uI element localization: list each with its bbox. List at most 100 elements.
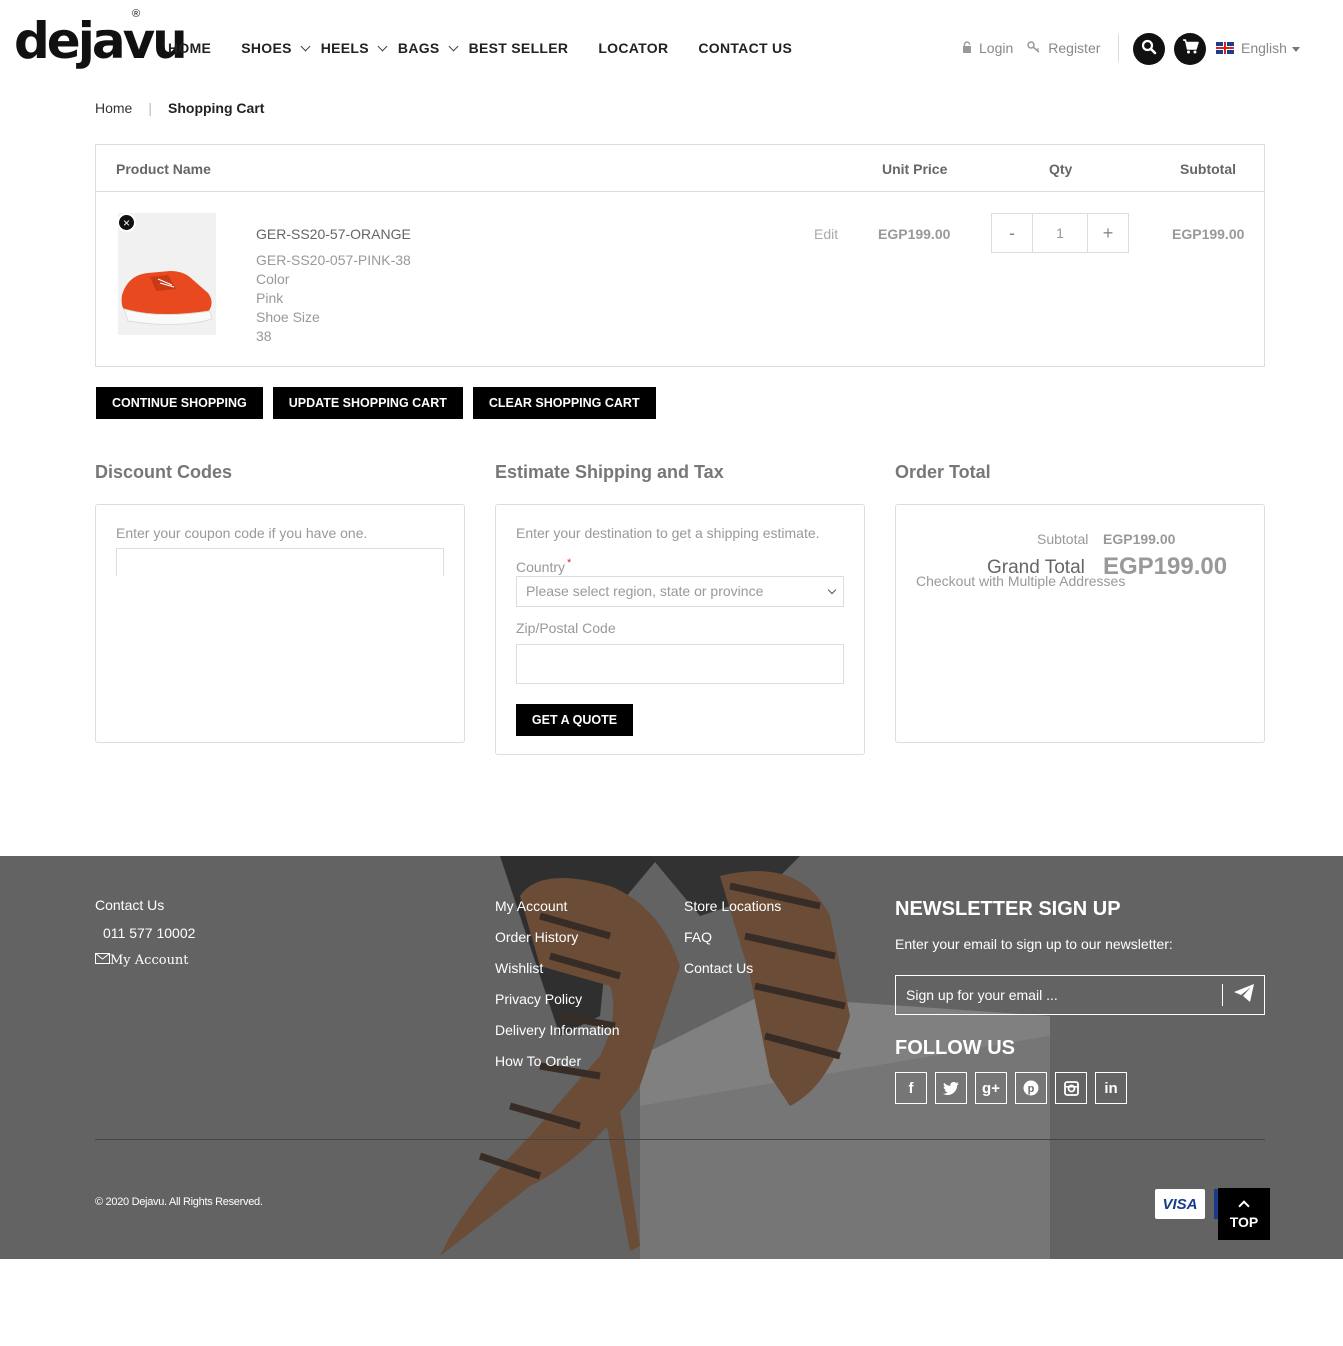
multi-address-checkout-link[interactable]: Checkout with Multiple Addresses	[916, 573, 1125, 589]
chevron-up-icon	[1238, 1200, 1250, 1212]
color-value: Pink	[256, 290, 284, 306]
update-cart-button[interactable]: UPDATE SHOPPING CART	[272, 387, 463, 419]
login-link[interactable]: Login	[962, 40, 1013, 56]
close-icon: ×	[122, 215, 130, 230]
shipping-hint: Enter your destination to get a shipping…	[516, 525, 820, 541]
nav-bags[interactable]: BAGS	[397, 40, 459, 56]
coupon-input[interactable]	[116, 548, 444, 576]
col-qty: Qty	[1049, 161, 1073, 177]
product-name[interactable]: GER-SS20-57-ORANGE	[256, 225, 411, 244]
nav-contact-us[interactable]: CONTACT US	[698, 40, 792, 56]
qty-increase-button[interactable]: +	[1088, 214, 1128, 252]
footer-my-account-link[interactable]: My Account	[95, 953, 195, 968]
google-plus-icon[interactable]: g+	[975, 1072, 1007, 1104]
cart-table: Product Name Unit Price Qty Subtotal × G…	[95, 144, 1265, 367]
footer-link-how-to-order[interactable]: How To Order	[495, 1053, 620, 1084]
caret-down-icon	[1291, 46, 1300, 52]
qty-decrease-button[interactable]: -	[992, 214, 1032, 252]
footer-link-delivery-information[interactable]: Delivery Information	[495, 1022, 620, 1053]
visa-icon: VISA	[1155, 1189, 1205, 1219]
country-label-text: Country	[516, 559, 566, 575]
dejavu-logo[interactable]: dejavu ®	[14, 8, 188, 78]
footer-my-account-label: My Account	[110, 953, 189, 968]
instagram-icon[interactable]	[1055, 1072, 1087, 1104]
envelope-icon	[95, 953, 110, 968]
continue-shopping-button[interactable]: CONTINUE SHOPPING	[96, 387, 263, 419]
footer-link-my-account[interactable]: My Account	[495, 898, 620, 929]
nav-shoes[interactable]: SHOES	[241, 40, 311, 56]
site-footer: Contact Us 011 577 10002 My Account My A…	[0, 856, 1343, 1259]
edit-item-link[interactable]: Edit	[814, 226, 838, 242]
chevron-down-icon	[377, 41, 388, 51]
get-quote-button[interactable]: GET A QUOTE	[516, 704, 633, 736]
product-sku: GER-SS20-057-PINK-38	[256, 252, 411, 268]
registered-mark: ®	[132, 8, 141, 20]
breadcrumb: Home | Shopping Cart	[95, 100, 264, 116]
quantity-stepper: - 1 +	[991, 213, 1129, 253]
newsletter-text: Enter your email to sign up to our newsl…	[895, 936, 1173, 952]
newsletter-email-input[interactable]: Sign up for your email ...	[895, 975, 1265, 1015]
nav-bags-label: BAGS	[397, 40, 440, 56]
newsletter-submit-button[interactable]	[1222, 983, 1264, 1006]
search-button[interactable]	[1133, 33, 1165, 65]
newsletter-title: NEWSLETTER SIGN UP	[895, 898, 1121, 920]
nav-heels[interactable]: HEELS	[320, 40, 388, 56]
nav-locator[interactable]: LOCATOR	[598, 40, 668, 56]
product-info: GER-SS20-57-ORANGE GER-SS20-057-PINK-38 …	[256, 225, 411, 346]
footer-link-store-locations[interactable]: Store Locations	[684, 898, 781, 929]
footer-links-account: My Account Order History Wishlist Privac…	[495, 898, 620, 1084]
order-total-title: Order Total	[895, 462, 991, 482]
discount-title[interactable]: Discount Codes	[95, 462, 232, 483]
product-thumbnail[interactable]	[118, 213, 216, 335]
breadcrumb-separator: |	[148, 100, 152, 116]
footer-link-order-history[interactable]: Order History	[495, 929, 620, 960]
footer-link-faq[interactable]: FAQ	[684, 929, 781, 960]
discount-hint: Enter your coupon code if you have one.	[116, 525, 368, 541]
breadcrumb-home[interactable]: Home	[95, 100, 132, 116]
footer-divider	[95, 1139, 1265, 1140]
footer-phone: 011 577 10002	[103, 925, 196, 941]
region-select[interactable]: Please select region, state or province	[516, 576, 844, 607]
footer-link-contact-us[interactable]: Contact Us	[684, 960, 781, 991]
lock-icon	[962, 40, 972, 56]
uk-flag-icon	[1216, 42, 1234, 54]
footer-content: Contact Us 011 577 10002 My Account My A…	[0, 856, 1343, 1259]
remove-item-button[interactable]: ×	[117, 213, 136, 232]
facebook-icon[interactable]: f	[895, 1072, 927, 1104]
clear-cart-button[interactable]: CLEAR SHOPPING CART	[472, 387, 656, 419]
color-label: Color	[256, 271, 290, 287]
size-value: 38	[256, 328, 272, 344]
language-selector[interactable]: English	[1216, 40, 1300, 56]
chevron-down-icon	[827, 585, 837, 595]
nav-home[interactable]: HOME	[168, 40, 211, 56]
cart-icon	[1182, 39, 1199, 59]
nav-heels-label: HEELS	[320, 40, 369, 56]
back-to-top-button[interactable]: TOP	[1218, 1188, 1270, 1240]
copyright-text: © 2020 Dejavu. All Rights Reserved.	[95, 1196, 263, 1208]
search-icon	[1141, 39, 1157, 60]
discount-box: Enter your coupon code if you have one.	[95, 504, 465, 743]
pinterest-icon[interactable]: p	[1015, 1072, 1047, 1104]
footer-link-wishlist[interactable]: Wishlist	[495, 960, 620, 991]
cart-button[interactable]	[1174, 33, 1206, 65]
twitter-icon[interactable]	[935, 1072, 967, 1104]
follow-us-title: FOLLOW US	[895, 1037, 1015, 1059]
zip-input[interactable]	[516, 644, 844, 684]
social-links: f g+ p in	[895, 1072, 1135, 1104]
footer-link-privacy-policy[interactable]: Privacy Policy	[495, 991, 620, 1022]
logo-text: dejavu	[14, 12, 188, 70]
register-link[interactable]: Register	[1027, 40, 1100, 56]
nav-best-seller[interactable]: BEST SELLER	[469, 40, 569, 56]
country-label: Country *	[516, 557, 572, 575]
account-links: Login Register	[962, 40, 1114, 56]
qty-input[interactable]: 1	[1032, 214, 1088, 252]
col-unit-price: Unit Price	[882, 161, 948, 177]
footer-contact-title[interactable]: Contact Us	[95, 897, 195, 913]
shipping-box: Enter your destination to get a shipping…	[495, 504, 865, 755]
required-mark: *	[567, 557, 572, 569]
back-to-top-label: TOP	[1229, 1214, 1259, 1230]
linkedin-icon[interactable]: in	[1095, 1072, 1127, 1104]
shipping-title[interactable]: Estimate Shipping and Tax	[495, 462, 724, 483]
nav-shoes-label: SHOES	[241, 40, 292, 56]
unit-price: EGP199.00	[878, 226, 951, 242]
